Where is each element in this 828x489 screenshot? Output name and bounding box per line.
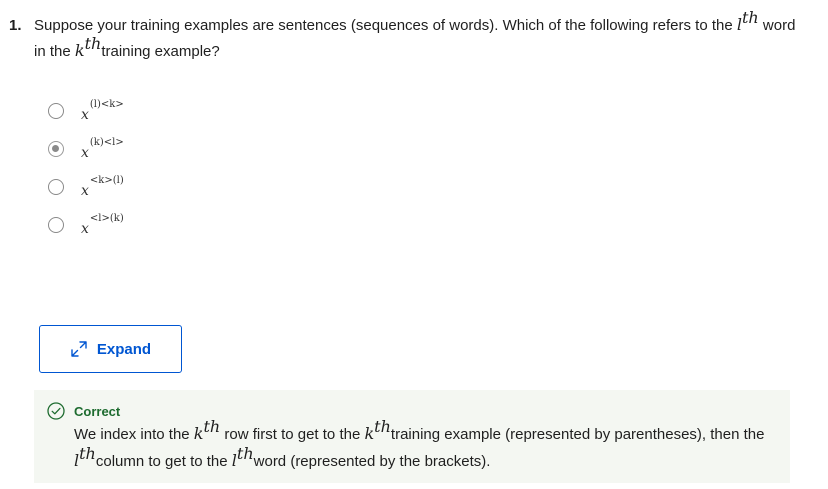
feedback-status: Correct	[74, 404, 121, 419]
answer-options: x (l)<k> x (k)<l> x <k>(l) x <l>(k)	[48, 92, 124, 244]
feedback-text-part: training example (represented by parenth…	[390, 426, 765, 443]
option-label: x (k)<l>	[81, 137, 124, 161]
math-sup-th: th	[742, 8, 759, 27]
math-superscript: (k)<l>	[89, 137, 124, 148]
math-base: x	[81, 145, 89, 161]
math-base: x	[81, 221, 89, 237]
feedback-text-part: row first to get to the	[220, 426, 365, 443]
option-1[interactable]: x (l)<k>	[48, 92, 124, 130]
expand-arrows-icon	[71, 341, 87, 357]
radio-button[interactable]	[48, 179, 64, 195]
radio-button[interactable]	[48, 217, 64, 233]
math-base: x	[81, 183, 89, 199]
option-2[interactable]: x (k)<l>	[48, 130, 124, 168]
radio-button-selected[interactable]	[48, 141, 64, 157]
math-superscript: (l)<k>	[89, 99, 124, 110]
option-label: x <k>(l)	[81, 175, 124, 199]
expand-label: Expand	[96, 340, 152, 358]
question-number: 1.	[9, 17, 22, 34]
feedback-text-part: We index into the	[74, 426, 194, 443]
math-var-k: k	[74, 41, 85, 60]
feedback-text-part: word (represented by the brackets).	[253, 453, 491, 470]
question-text-part: training example?	[101, 43, 220, 60]
math-sup-th: th	[203, 417, 221, 436]
math-sup-th: th	[84, 34, 102, 53]
math-var-k: k	[193, 424, 204, 443]
math-superscript: <k>(l)	[89, 175, 124, 186]
math-var-k: k	[364, 424, 375, 443]
radio-button[interactable]	[48, 103, 64, 119]
math-sup-th: th	[79, 444, 96, 463]
feedback-panel: Correct We index into the kth row first …	[34, 390, 790, 483]
math-sup-th: th	[374, 417, 391, 436]
math-base: x	[81, 107, 89, 123]
check-circle-icon	[47, 402, 65, 420]
feedback-text: We index into the kth row first to get t…	[74, 419, 774, 475]
feedback-text-part: column to get to the	[95, 453, 232, 470]
option-label: x (l)<k>	[81, 99, 124, 123]
option-3[interactable]: x <k>(l)	[48, 168, 124, 206]
question-text: Suppose your training examples are sente…	[34, 10, 804, 64]
option-label: x <l>(k)	[81, 213, 124, 237]
question-text-part: Suppose your training examples are sente…	[34, 17, 737, 34]
math-superscript: <l>(k)	[89, 213, 124, 224]
expand-button[interactable]: Expand	[39, 325, 182, 373]
math-sup-th: th	[236, 444, 254, 463]
option-4[interactable]: x <l>(k)	[48, 206, 124, 244]
